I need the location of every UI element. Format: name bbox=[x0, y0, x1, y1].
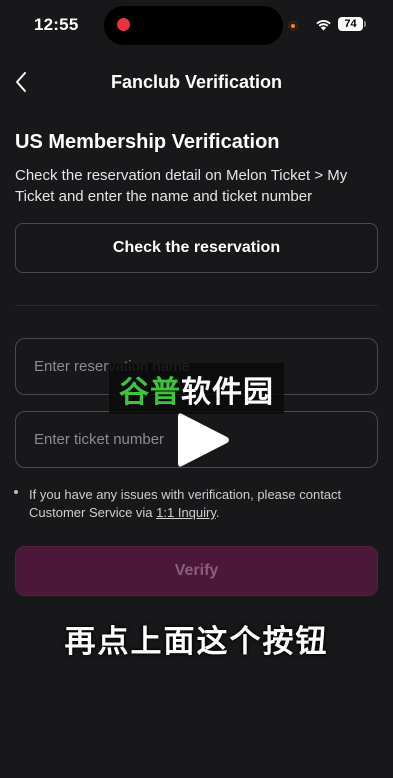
verify-label: Verify bbox=[174, 562, 219, 579]
battery-level: 74 bbox=[344, 18, 357, 30]
dynamic-island bbox=[104, 6, 283, 45]
play-icon[interactable] bbox=[174, 408, 232, 472]
watermark-green-text: 谷普 bbox=[119, 374, 181, 410]
inquiry-link[interactable]: 1:1 Inquiry bbox=[156, 505, 216, 520]
check-reservation-button[interactable]: Check the reservation bbox=[15, 223, 378, 273]
camera-indicator-icon bbox=[288, 21, 298, 31]
check-reservation-label: Check the reservation bbox=[112, 239, 281, 256]
battery-tip bbox=[364, 21, 366, 27]
page-title: Fanclub Verification bbox=[110, 72, 283, 92]
divider bbox=[15, 305, 378, 306]
bullet-icon bbox=[14, 490, 18, 494]
description-text: Check the reservation detail on Melon Ti… bbox=[15, 167, 348, 205]
battery-icon: 74 bbox=[338, 17, 363, 31]
wifi-icon bbox=[316, 20, 331, 31]
verify-button[interactable]: Verify bbox=[15, 546, 378, 596]
status-time: 12:55 bbox=[34, 15, 79, 34]
watermark-logo: 谷普 软件园 bbox=[109, 363, 284, 414]
help-note-suffix: . bbox=[215, 505, 220, 520]
help-note: If you have any issues with verification… bbox=[29, 486, 369, 522]
video-caption: 再点上面这个按钮 bbox=[64, 624, 329, 660]
section-title: US Membership Verification bbox=[15, 131, 280, 153]
watermark-white-text: 软件园 bbox=[181, 374, 274, 410]
recording-dot-icon bbox=[117, 18, 130, 31]
